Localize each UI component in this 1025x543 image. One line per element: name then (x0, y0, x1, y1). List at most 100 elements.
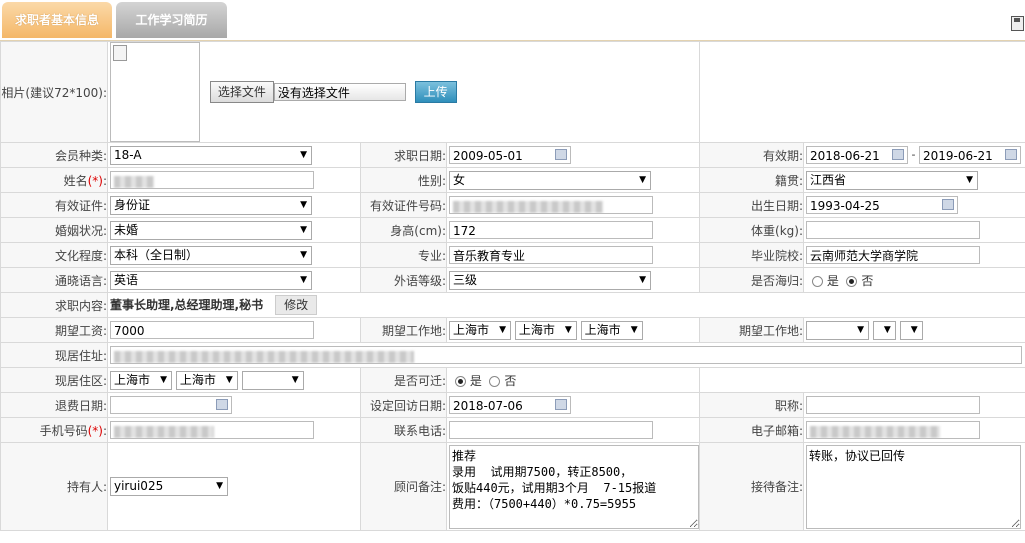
language-level-label: 外语等级: (360, 267, 447, 293)
overseas-yes-radio[interactable] (812, 275, 823, 287)
relocate-yes-radio[interactable] (455, 375, 466, 387)
job-content-label: 求职内容: (0, 292, 108, 318)
photo-preview (110, 42, 200, 142)
reception-note-label: 接待备注: (699, 442, 804, 531)
choose-file-button[interactable]: 选择文件 (209, 81, 274, 103)
birth-date-input[interactable]: 1993-04-25 (806, 196, 958, 214)
consultant-note-label: 顾问备注: (360, 442, 447, 531)
reception-note-textarea[interactable]: 转账，协议已回传 (806, 444, 1021, 529)
seeker-form: 相片(建议72*100): 选择文件 没有选择文件 上传 会员种类: 18-A ▼ … (0, 41, 1025, 531)
native-place-label: 籍贯: (699, 167, 804, 193)
language-select[interactable]: 英语 ▼ (110, 270, 312, 290)
salary-label: 期望工资: (0, 317, 108, 343)
valid-period-label: 有效期: (699, 142, 804, 168)
job-date-input[interactable]: 2009-05-01 (449, 146, 571, 164)
member-type-label: 会员种类: (0, 142, 108, 168)
major-label: 专业: (360, 242, 447, 268)
height-input[interactable]: 172 (449, 221, 653, 239)
date-separator: - (911, 148, 916, 161)
refund-date-input[interactable] (110, 396, 232, 414)
job-title-input[interactable] (806, 396, 980, 414)
calendar-icon[interactable] (1004, 149, 1017, 160)
email-label: 电子邮箱: (699, 417, 804, 443)
save-icon[interactable] (1011, 16, 1024, 31)
work-district-select-2[interactable]: ▼ (899, 320, 923, 340)
school-label: 毕业院校: (699, 242, 804, 268)
id-number-input[interactable] (449, 196, 653, 214)
tab-bar: 求职者基本信息 工作学习简历 (0, 0, 1025, 41)
school-input[interactable]: 云南师范大学商学院 (806, 246, 980, 264)
mobile-input[interactable] (110, 421, 314, 439)
tab-basic-info[interactable]: 求职者基本信息 (2, 2, 112, 38)
id-type-label: 有效证件: (0, 192, 108, 218)
address-label: 现居住址: (0, 342, 108, 368)
birth-date-label: 出生日期: (699, 192, 804, 218)
job-date-label: 求职日期: (360, 142, 447, 168)
calendar-icon[interactable] (216, 399, 228, 410)
education-select[interactable]: 本科（全日制） ▼ (110, 245, 312, 265)
gender-label: 性别: (360, 167, 447, 193)
work-place-label-2: 期望工作地: (699, 317, 804, 343)
phone-label: 联系电话: (360, 417, 447, 443)
job-content-value: 董事长助理,总经理助理,秘书 (110, 297, 264, 312)
gender-select[interactable]: 女 ▼ (449, 170, 651, 190)
member-type-select[interactable]: 18-A ▼ (110, 145, 312, 165)
overseas-no-label: 否 (861, 273, 874, 288)
work-province-select[interactable]: 上海市 ▼ (449, 320, 511, 340)
upload-button[interactable]: 上传 (414, 81, 457, 103)
name-label: 姓名(*): (0, 167, 108, 193)
calendar-icon[interactable] (892, 149, 904, 160)
name-input[interactable] (110, 171, 314, 189)
id-number-label: 有效证件号码: (360, 192, 447, 218)
height-label: 身高(cm): (360, 217, 447, 243)
holder-select[interactable]: yirui025 ▼ (110, 477, 228, 496)
holder-label: 持有人: (0, 442, 108, 531)
calendar-icon[interactable] (942, 199, 954, 210)
language-label: 通晓语言: (0, 267, 108, 293)
work-province-select-2[interactable]: ▼ (806, 320, 869, 340)
visit-date-label: 设定回访日期: (360, 392, 447, 418)
relocate-no-radio[interactable] (489, 375, 501, 387)
salary-input[interactable]: 7000 (110, 321, 314, 339)
calendar-icon[interactable] (555, 149, 567, 160)
mobile-label: 手机号码(*): (0, 417, 108, 443)
phone-input[interactable] (449, 421, 653, 439)
marital-label: 婚姻状况: (0, 217, 108, 243)
marital-select[interactable]: 未婚 ▼ (110, 220, 312, 240)
tab-work-study-resume[interactable]: 工作学习简历 (116, 2, 227, 38)
job-title-label: 职称: (699, 392, 804, 418)
district-city-select[interactable]: 上海市 ▼ (175, 370, 238, 390)
major-input[interactable]: 音乐教育专业 (449, 246, 653, 264)
edit-job-content-button[interactable]: 修改 (275, 295, 318, 315)
photo-label: 相片(建议72*100): (0, 41, 108, 143)
district-area-select[interactable]: ▼ (241, 370, 304, 390)
work-city-select-2[interactable]: ▼ (872, 320, 896, 340)
broken-image-icon (113, 45, 127, 61)
visit-date-input[interactable]: 2018-07-06 (449, 396, 571, 414)
weight-label: 体重(kg): (699, 217, 804, 243)
id-type-select[interactable]: 身份证 ▼ (110, 195, 312, 215)
native-place-select[interactable]: 江西省 ▼ (806, 170, 978, 190)
consultant-note-textarea[interactable]: 推荐 录用 试用期7500，转正8500， 饭贴440元，试用期3个月 7-15… (449, 444, 699, 529)
work-place-label: 期望工作地: (360, 317, 447, 343)
relocate-yes-label: 是 (469, 373, 482, 388)
work-city-select[interactable]: 上海市 ▼ (514, 320, 577, 340)
valid-from-input[interactable]: 2018-06-21 (806, 146, 908, 164)
address-input[interactable] (110, 346, 1022, 364)
valid-to-input[interactable]: 2019-06-21 (918, 146, 1021, 164)
relocate-label: 是否可迁: (360, 367, 447, 393)
district-province-select[interactable]: 上海市 ▼ (110, 370, 172, 390)
overseas-label: 是否海归: (699, 267, 804, 293)
overseas-no-radio[interactable] (846, 275, 858, 287)
language-level-select[interactable]: 三级 ▼ (449, 270, 651, 290)
weight-input[interactable] (806, 221, 980, 239)
work-district-select[interactable]: 上海市 ▼ (580, 320, 643, 340)
file-status: 没有选择文件 (273, 83, 406, 101)
overseas-yes-label: 是 (826, 273, 839, 288)
district-label: 现居住区: (0, 367, 108, 393)
refund-date-label: 退费日期: (0, 392, 108, 418)
calendar-icon[interactable] (555, 399, 567, 410)
education-label: 文化程度: (0, 242, 108, 268)
relocate-no-label: 否 (504, 373, 517, 388)
email-input[interactable] (806, 421, 980, 439)
